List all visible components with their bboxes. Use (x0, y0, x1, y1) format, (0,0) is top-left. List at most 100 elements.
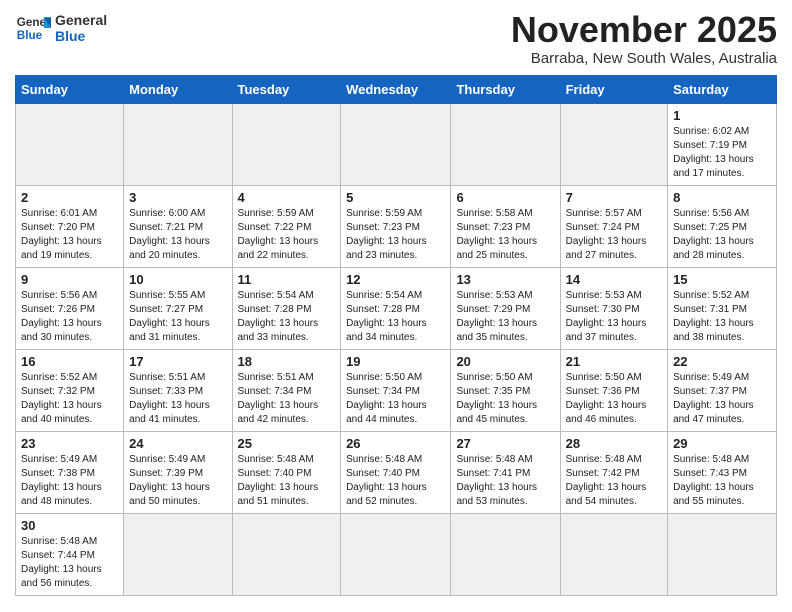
cell-info: Sunrise: 5:48 AMSunset: 7:40 PMDaylight:… (238, 453, 336, 509)
calendar-cell (341, 103, 451, 185)
cell-info: Sunrise: 5:53 AMSunset: 7:30 PMDaylight:… (566, 289, 662, 345)
calendar-cell: 29 Sunrise: 5:48 AMSunset: 7:43 PMDayligh… (668, 431, 777, 513)
calendar-cell (124, 513, 232, 595)
calendar-cell: 7 Sunrise: 5:57 AMSunset: 7:24 PMDaylight… (560, 185, 667, 267)
calendar-cell: 15Sunrise: 5:52 AMSunset: 7:31 PMDayligh… (668, 267, 777, 349)
location: Barraba, New South Wales, Australia (511, 50, 777, 67)
svg-text:Blue: Blue (17, 29, 43, 42)
month-title: November 2025 (511, 10, 777, 50)
day-number: 25 (238, 436, 336, 451)
calendar-cell: 21 Sunrise: 5:50 AMSunset: 7:36 PMDayligh… (560, 349, 667, 431)
day-number: 1 (673, 108, 771, 123)
day-number: 26 (346, 436, 445, 451)
calendar-cell (451, 513, 560, 595)
calendar-cell: 28 Sunrise: 5:48 AMSunset: 7:42 PMDayligh… (560, 431, 667, 513)
weekday-header: Friday (560, 75, 667, 103)
day-number: 11 (238, 272, 336, 287)
day-number: 3 (129, 190, 226, 205)
cell-info: Sunrise: 5:56 AMSunset: 7:26 PMDaylight:… (21, 289, 118, 345)
cell-info: Sunrise: 5:55 AMSunset: 7:27 PMDaylight:… (129, 289, 226, 345)
calendar-week-row: 30 Sunrise: 5:48 AMSunset: 7:44 PMDayligh… (16, 513, 777, 595)
cell-info: Sunrise: 6:00 AMSunset: 7:21 PMDaylight:… (129, 207, 226, 263)
cell-info: Sunrise: 5:52 AMSunset: 7:32 PMDaylight:… (21, 371, 118, 427)
calendar-cell: 10Sunrise: 5:55 AMSunset: 7:27 PMDayligh… (124, 267, 232, 349)
calendar-cell: 8Sunrise: 5:56 AMSunset: 7:25 PMDaylight… (668, 185, 777, 267)
weekday-header: Saturday (668, 75, 777, 103)
day-number: 12 (346, 272, 445, 287)
calendar-cell (232, 103, 341, 185)
calendar-cell: 11 Sunrise: 5:54 AMSunset: 7:28 PMDayligh… (232, 267, 341, 349)
calendar-cell: 23 Sunrise: 5:49 AMSunset: 7:38 PMDayligh… (16, 431, 124, 513)
logo-icon: General Blue (15, 10, 51, 46)
calendar-cell: 30 Sunrise: 5:48 AMSunset: 7:44 PMDayligh… (16, 513, 124, 595)
cell-info: Sunrise: 5:49 AMSunset: 7:39 PMDaylight:… (129, 453, 226, 509)
cell-info: Sunrise: 5:59 AMSunset: 7:23 PMDaylight:… (346, 207, 445, 263)
calendar-cell: 12Sunrise: 5:54 AMSunset: 7:28 PMDayligh… (341, 267, 451, 349)
day-number: 20 (456, 354, 554, 369)
calendar-cell: 6Sunrise: 5:58 AMSunset: 7:23 PMDaylight… (451, 185, 560, 267)
cell-info: Sunrise: 5:51 AMSunset: 7:34 PMDaylight:… (238, 371, 336, 427)
page-header: General Blue General Blue November 2025 … (15, 10, 777, 67)
calendar-cell: 3 Sunrise: 6:00 AMSunset: 7:21 PMDaylight… (124, 185, 232, 267)
calendar-cell (232, 513, 341, 595)
cell-info: Sunrise: 5:49 AMSunset: 7:38 PMDaylight:… (21, 453, 118, 509)
calendar-cell (451, 103, 560, 185)
calendar-cell: 13Sunrise: 5:53 AMSunset: 7:29 PMDayligh… (451, 267, 560, 349)
day-number: 13 (456, 272, 554, 287)
cell-info: Sunrise: 5:48 AMSunset: 7:41 PMDaylight:… (456, 453, 554, 509)
calendar-week-row: 16 Sunrise: 5:52 AMSunset: 7:32 PMDayligh… (16, 349, 777, 431)
calendar-table: SundayMondayTuesdayWednesdayThursdayFrid… (15, 75, 777, 596)
cell-info: Sunrise: 5:48 AMSunset: 7:42 PMDaylight:… (566, 453, 662, 509)
cell-info: Sunrise: 5:57 AMSunset: 7:24 PMDaylight:… (566, 207, 662, 263)
calendar-cell: 26Sunrise: 5:48 AMSunset: 7:40 PMDayligh… (341, 431, 451, 513)
day-number: 16 (21, 354, 118, 369)
calendar-cell: 14Sunrise: 5:53 AMSunset: 7:30 PMDayligh… (560, 267, 667, 349)
cell-info: Sunrise: 6:01 AMSunset: 7:20 PMDaylight:… (21, 207, 118, 263)
logo-blue-text: Blue (55, 28, 107, 44)
day-number: 17 (129, 354, 226, 369)
day-number: 2 (21, 190, 118, 205)
cell-info: Sunrise: 5:54 AMSunset: 7:28 PMDaylight:… (238, 289, 336, 345)
logo: General Blue General Blue (15, 10, 107, 46)
day-number: 7 (566, 190, 662, 205)
calendar-cell: 19Sunrise: 5:50 AMSunset: 7:34 PMDayligh… (341, 349, 451, 431)
cell-info: Sunrise: 5:48 AMSunset: 7:43 PMDaylight:… (673, 453, 771, 509)
calendar-cell (560, 103, 667, 185)
day-number: 29 (673, 436, 771, 451)
cell-info: Sunrise: 5:50 AMSunset: 7:34 PMDaylight:… (346, 371, 445, 427)
cell-info: Sunrise: 5:50 AMSunset: 7:36 PMDaylight:… (566, 371, 662, 427)
weekday-header-row: SundayMondayTuesdayWednesdayThursdayFrid… (16, 75, 777, 103)
calendar-week-row: 2 Sunrise: 6:01 AMSunset: 7:20 PMDaylight… (16, 185, 777, 267)
cell-info: Sunrise: 5:50 AMSunset: 7:35 PMDaylight:… (456, 371, 554, 427)
day-number: 15 (673, 272, 771, 287)
cell-info: Sunrise: 6:02 AMSunset: 7:19 PMDaylight:… (673, 125, 771, 181)
weekday-header: Sunday (16, 75, 124, 103)
day-number: 21 (566, 354, 662, 369)
calendar-week-row: 9 Sunrise: 5:56 AMSunset: 7:26 PMDaylight… (16, 267, 777, 349)
day-number: 23 (21, 436, 118, 451)
calendar-cell: 4Sunrise: 5:59 AMSunset: 7:22 PMDaylight… (232, 185, 341, 267)
title-block: November 2025 Barraba, New South Wales, … (511, 10, 777, 67)
day-number: 28 (566, 436, 662, 451)
day-number: 30 (21, 518, 118, 533)
weekday-header: Wednesday (341, 75, 451, 103)
calendar-cell: 16 Sunrise: 5:52 AMSunset: 7:32 PMDayligh… (16, 349, 124, 431)
calendar-cell: 24 Sunrise: 5:49 AMSunset: 7:39 PMDayligh… (124, 431, 232, 513)
logo-general-text: General (55, 12, 107, 28)
calendar-cell (124, 103, 232, 185)
cell-info: Sunrise: 5:51 AMSunset: 7:33 PMDaylight:… (129, 371, 226, 427)
day-number: 5 (346, 190, 445, 205)
day-number: 18 (238, 354, 336, 369)
day-number: 9 (21, 272, 118, 287)
calendar-cell: 20 Sunrise: 5:50 AMSunset: 7:35 PMDayligh… (451, 349, 560, 431)
cell-info: Sunrise: 5:56 AMSunset: 7:25 PMDaylight:… (673, 207, 771, 263)
calendar-cell: 2 Sunrise: 6:01 AMSunset: 7:20 PMDaylight… (16, 185, 124, 267)
day-number: 24 (129, 436, 226, 451)
calendar-cell: 25 Sunrise: 5:48 AMSunset: 7:40 PMDayligh… (232, 431, 341, 513)
cell-info: Sunrise: 5:48 AMSunset: 7:44 PMDaylight:… (21, 535, 118, 591)
calendar-cell (668, 513, 777, 595)
calendar-cell: 9 Sunrise: 5:56 AMSunset: 7:26 PMDaylight… (16, 267, 124, 349)
calendar-cell (341, 513, 451, 595)
calendar-cell: 18 Sunrise: 5:51 AMSunset: 7:34 PMDayligh… (232, 349, 341, 431)
calendar-week-row: 1 Sunrise: 6:02 AMSunset: 7:19 PMDaylight… (16, 103, 777, 185)
